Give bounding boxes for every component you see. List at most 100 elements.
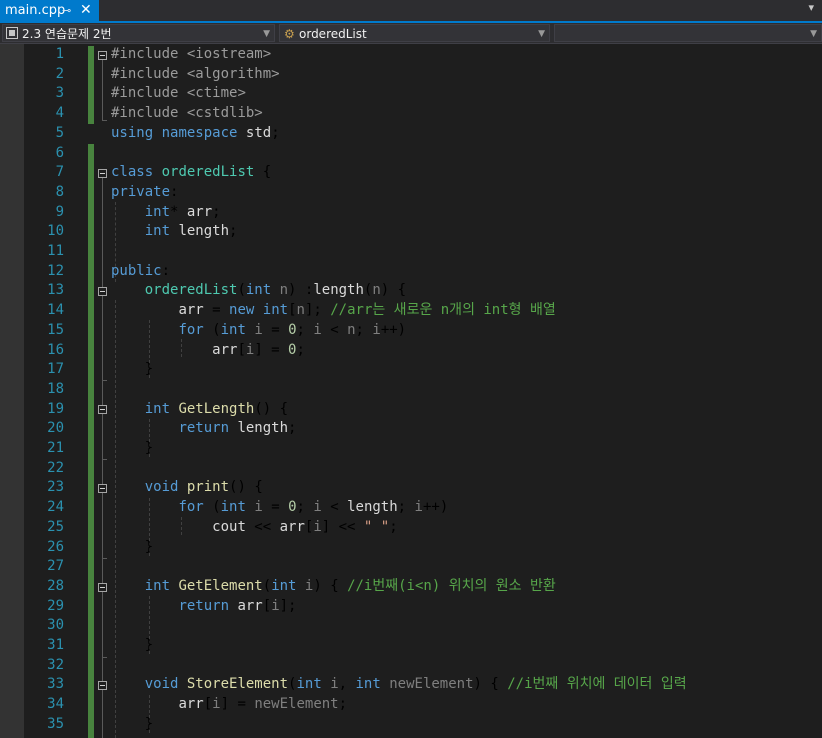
code-text: #include <ctime> [111, 85, 246, 102]
line-number: 14 [47, 302, 64, 319]
code-line[interactable]: 11 [0, 242, 822, 262]
code-line[interactable]: 9 int* arr; [0, 203, 822, 223]
line-number: 25 [47, 518, 64, 535]
project-icon [6, 27, 18, 39]
code-line[interactable]: 15 for (int i = 0; i < n; i++) [0, 321, 822, 341]
class-icon: ⚙ [284, 27, 295, 41]
project-dropdown-label: 2.3 연습문제 2번 [22, 27, 112, 41]
code-text: class orderedList { [111, 164, 272, 181]
line-number: 8 [55, 183, 64, 200]
line-number: 20 [47, 420, 64, 437]
code-line[interactable]: 5 using namespace std; [0, 124, 822, 144]
line-number: 1 [55, 46, 64, 62]
code-text: #include <iostream> [111, 46, 272, 62]
close-icon[interactable]: ✕ [80, 0, 92, 21]
line-number: 6 [55, 144, 64, 161]
line-number: 29 [47, 597, 64, 614]
line-number: 27 [47, 558, 64, 575]
tab-main-cpp[interactable]: main.cpp ⊸ ✕ [0, 0, 99, 21]
code-line[interactable]: 31 } [0, 636, 822, 656]
code-line[interactable]: 22 [0, 459, 822, 479]
code-text: using namespace std; [111, 124, 280, 141]
code-line[interactable]: 27 [0, 557, 822, 577]
code-text: int* arr; [144, 203, 221, 220]
tab-label: main.cpp [5, 3, 66, 18]
line-number: 32 [47, 656, 64, 673]
line-number: 16 [47, 341, 64, 358]
code-text: void print() { [144, 479, 263, 496]
code-text: #include <cstdlib> [111, 105, 263, 122]
document-tab-bar: main.cpp ⊸ ✕ ▾ [0, 0, 822, 23]
code-text: } [111, 637, 154, 653]
code-line[interactable]: 17 } [0, 360, 822, 380]
line-number: 26 [47, 538, 64, 555]
project-dropdown[interactable]: 2.3 연습문제 2번 ▼ [2, 24, 275, 42]
line-number: 21 [47, 440, 64, 456]
code-line[interactable]: 1 #include <iostream> [0, 45, 822, 65]
code-text: private: [111, 183, 179, 200]
scope-dropdown[interactable]: ⚙ orderedList ▼ [279, 24, 550, 42]
tab-overflow-chevron-down-icon[interactable]: ▾ [808, 1, 814, 14]
code-line[interactable]: 16 arr[i] = 0; [0, 341, 822, 361]
code-text: orderedList(int n) :length(n) { [144, 282, 407, 299]
line-number: 30 [47, 617, 64, 634]
line-number: 12 [47, 262, 64, 279]
code-text: #include <algorithm> [111, 65, 280, 82]
code-text: arr[i] = 0; [212, 341, 305, 358]
code-text: } [111, 361, 154, 378]
code-line[interactable]: 14 arr = new int[n]; //arr는 새로운 n개의 int형… [0, 301, 822, 321]
code-line[interactable]: 35 } [0, 715, 822, 735]
code-line[interactable]: 30 [0, 616, 822, 636]
code-line[interactable]: 21 } [0, 439, 822, 459]
code-text: arr = new int[n]; //arr는 새로운 n개의 int형 배열 [178, 302, 556, 319]
line-number: 13 [47, 282, 64, 299]
line-number: 4 [55, 105, 64, 122]
code-line[interactable]: 32 [0, 656, 822, 676]
line-number: 17 [47, 361, 64, 378]
chevron-down-icon: ▼ [263, 29, 270, 39]
code-line[interactable]: 7 class orderedList { [0, 163, 822, 183]
code-line[interactable]: 4 #include <cstdlib> [0, 104, 822, 124]
code-line[interactable]: 13 orderedList(int n) :length(n) { [0, 281, 822, 301]
code-line[interactable]: 6 [0, 144, 822, 164]
line-number: 11 [47, 243, 64, 259]
code-line[interactable]: 2 #include <algorithm> [0, 65, 822, 85]
code-line[interactable]: 8 private: [0, 183, 822, 203]
chevron-down-icon: ▼ [538, 29, 545, 39]
code-line[interactable]: 3 #include <ctime> [0, 84, 822, 104]
code-line[interactable]: 10 int length; [0, 222, 822, 242]
code-text: return length; [178, 420, 297, 437]
code-line[interactable]: 29 return arr[i]; [0, 597, 822, 617]
line-number: 28 [47, 577, 64, 594]
code-text: cout << arr[i] << " "; [212, 518, 398, 535]
code-line[interactable]: 19 int GetLength() { [0, 400, 822, 420]
code-text: public: [111, 262, 171, 279]
code-line[interactable]: 12 public: [0, 262, 822, 282]
navigation-bar: 2.3 연습문제 2번 ▼ ⚙ orderedList ▼ ▼ [0, 23, 822, 44]
line-number: 24 [47, 499, 64, 516]
code-line[interactable]: 18 [0, 380, 822, 400]
code-editor[interactable]: 1 #include <iostream> 2 #include <algorithm… [0, 44, 822, 738]
line-number: 15 [47, 321, 64, 338]
line-number: 10 [47, 223, 64, 240]
code-text: int GetElement(int i) { //i번째(i<n) 위치의 원… [144, 577, 556, 594]
code-text: arr[i] = newElement; [178, 696, 348, 713]
member-dropdown[interactable]: ▼ [554, 24, 822, 42]
code-line[interactable]: 26 } [0, 538, 822, 558]
code-text: } [111, 440, 154, 456]
code-line[interactable]: 20 return length; [0, 419, 822, 439]
code-line[interactable]: 28 int GetElement(int i) { //i번째(i<n) 위치… [0, 577, 822, 597]
pin-icon[interactable]: ⊸ [62, 0, 71, 21]
code-line[interactable]: 24 for (int i = 0; i < length; i++) [0, 498, 822, 518]
line-number: 35 [47, 715, 64, 732]
code-text: } [111, 538, 154, 555]
code-line[interactable]: 23 void print() { [0, 478, 822, 498]
code-text: int GetLength() { [144, 400, 289, 417]
code-line[interactable]: 25 cout << arr[i] << " "; [0, 518, 822, 538]
code-line[interactable]: 34 arr[i] = newElement; [0, 695, 822, 715]
chevron-down-icon: ▼ [810, 29, 817, 39]
line-number: 33 [47, 676, 64, 693]
code-line[interactable]: 33 void StoreElement(int i, int newEleme… [0, 675, 822, 695]
line-number: 31 [47, 637, 64, 653]
line-number: 18 [47, 380, 64, 397]
